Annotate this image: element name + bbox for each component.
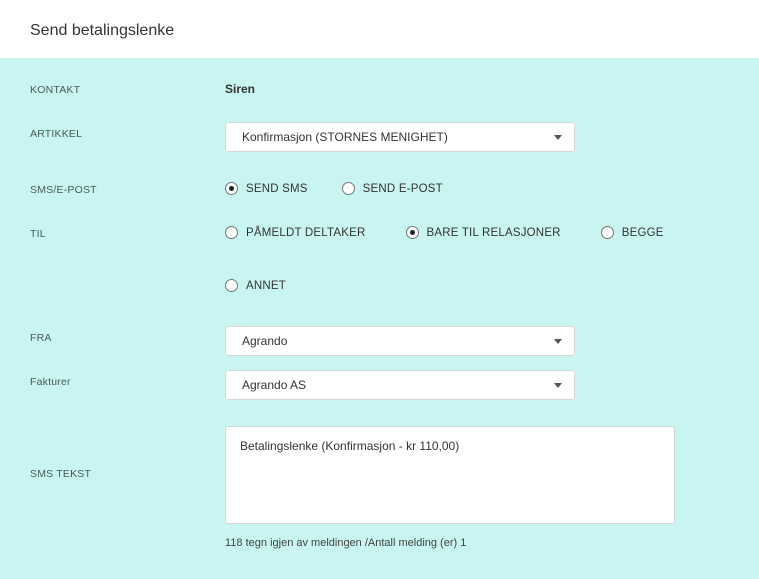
label-artikkel: ARTIKKEL <box>30 122 225 140</box>
fakturer-select[interactable]: Agrando AS <box>225 370 575 400</box>
counter-mid: tegn igjen av meldingen /Antall melding … <box>243 537 461 549</box>
radio-annet[interactable]: ANNET <box>225 279 286 292</box>
row-sms-tekst: SMS TEKST 118 tegn igjen av meldingen /A… <box>30 426 729 549</box>
radio-label: SEND SMS <box>246 183 308 195</box>
radio-pameldt-deltaker[interactable]: PÅMELDT DELTAKER <box>225 226 366 239</box>
radio-icon <box>601 226 614 239</box>
radio-send-sms[interactable]: SEND SMS <box>225 182 308 195</box>
fakturer-selected: Agrando AS <box>242 378 306 392</box>
artikkel-select[interactable]: Konfirmasjon (STORNES MENIGHET) <box>225 122 575 152</box>
label-kontakt: KONTAKT <box>30 78 225 96</box>
row-fra: FRA Agrando <box>30 326 729 356</box>
radio-icon <box>406 226 419 239</box>
row-til: TIL PÅMELDT DELTAKER BARE TIL RELASJONER… <box>30 222 729 292</box>
sms-counter: 118 tegn igjen av meldingen /Antall meld… <box>225 537 729 549</box>
counter-count: 1 <box>460 537 466 549</box>
page-title: Send betalingslenke <box>30 22 729 40</box>
sms-tekst-input[interactable] <box>225 426 675 524</box>
chevron-down-icon <box>554 339 562 344</box>
radio-icon <box>342 182 355 195</box>
page-header: Send betalingslenke <box>0 0 759 58</box>
radio-label: BARE TIL RELASJONER <box>427 227 561 239</box>
radio-icon <box>225 182 238 195</box>
row-artikkel: ARTIKKEL Konfirmasjon (STORNES MENIGHET) <box>30 122 729 152</box>
radio-label: SEND E-POST <box>363 183 443 195</box>
row-sms-epost: SMS/E-POST SEND SMS SEND E-POST <box>30 178 729 196</box>
label-til: TIL <box>30 222 225 240</box>
label-fakturer: Fakturer <box>30 370 225 388</box>
kontakt-value: Siren <box>225 78 729 96</box>
row-fakturer: Fakturer Agrando AS <box>30 370 729 400</box>
radio-label: BEGGE <box>622 227 664 239</box>
radio-begge[interactable]: BEGGE <box>601 226 664 239</box>
radio-label: PÅMELDT DELTAKER <box>246 227 366 239</box>
fra-select[interactable]: Agrando <box>225 326 575 356</box>
artikkel-selected: Konfirmasjon (STORNES MENIGHET) <box>242 130 448 144</box>
label-sms-tekst: SMS TEKST <box>30 426 225 480</box>
radio-icon <box>225 226 238 239</box>
radio-label: ANNET <box>246 280 286 292</box>
chevron-down-icon <box>554 135 562 140</box>
form-area: KONTAKT Siren ARTIKKEL Konfirmasjon (STO… <box>0 58 759 579</box>
label-fra: FRA <box>30 326 225 344</box>
radio-send-epost[interactable]: SEND E-POST <box>342 182 443 195</box>
radio-icon <box>225 279 238 292</box>
counter-chars-left: 118 <box>225 537 243 549</box>
chevron-down-icon <box>554 383 562 388</box>
fra-selected: Agrando <box>242 334 287 348</box>
radio-bare-til-relasjoner[interactable]: BARE TIL RELASJONER <box>406 226 561 239</box>
label-sms-epost: SMS/E-POST <box>30 178 225 196</box>
til-group: PÅMELDT DELTAKER BARE TIL RELASJONER BEG… <box>225 222 729 292</box>
row-kontakt: KONTAKT Siren <box>30 78 729 96</box>
send-method-group: SEND SMS SEND E-POST <box>225 178 729 195</box>
